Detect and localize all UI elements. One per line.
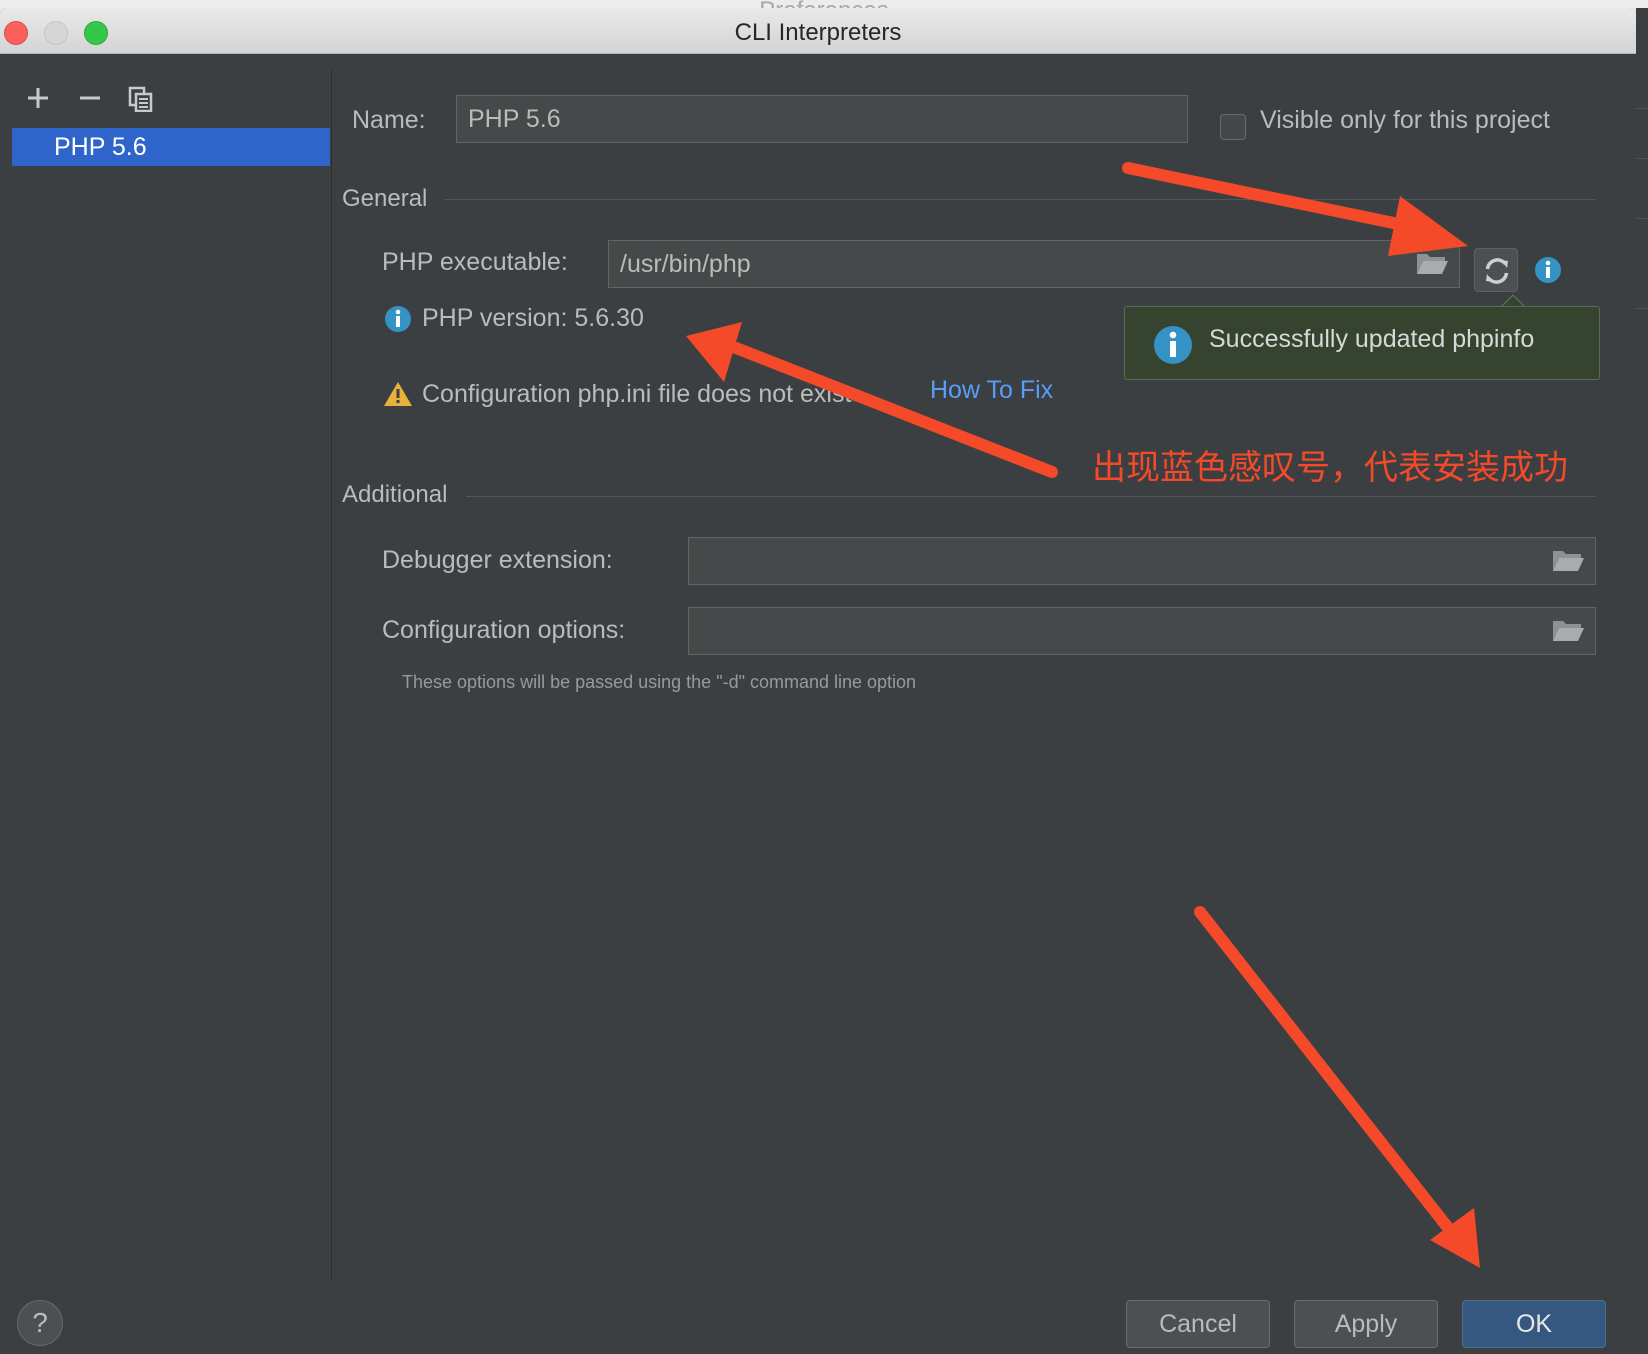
minus-icon[interactable] xyxy=(78,86,102,110)
general-section-title: General xyxy=(342,185,428,212)
configuration-options-label: Configuration options: xyxy=(382,616,626,644)
apply-button[interactable]: Apply xyxy=(1294,1300,1438,1348)
interpreter-list-item[interactable]: PHP 5.6 xyxy=(12,128,330,166)
general-separator xyxy=(444,199,1596,200)
debugger-folder-icon[interactable] xyxy=(1551,547,1585,573)
notification-popup: Successfully updated phpinfo xyxy=(1124,306,1600,380)
plus-icon[interactable] xyxy=(26,86,50,110)
refresh-phpinfo-button[interactable] xyxy=(1474,248,1518,292)
php-executable-input[interactable]: /usr/bin/php xyxy=(608,240,1460,288)
refresh-icon xyxy=(1485,258,1509,284)
config-options-folder-icon[interactable] xyxy=(1551,617,1585,643)
cancel-button[interactable]: Cancel xyxy=(1126,1300,1270,1348)
help-button[interactable]: ? xyxy=(17,1300,63,1346)
php-executable-label: PHP executable: xyxy=(382,248,568,276)
window-title: CLI Interpreters xyxy=(734,19,902,46)
name-input[interactable]: PHP 5.6 xyxy=(456,95,1188,143)
additional-separator xyxy=(466,496,1596,497)
copy-icon[interactable] xyxy=(128,86,154,112)
info-icon xyxy=(1153,325,1193,370)
ok-button[interactable]: OK xyxy=(1462,1300,1606,1348)
debugger-extension-label: Debugger extension: xyxy=(382,546,613,574)
warning-icon xyxy=(383,381,413,412)
additional-section-title: Additional xyxy=(342,481,448,508)
pane-divider xyxy=(331,70,332,1280)
options-hint: These options will be passed using the "… xyxy=(402,672,917,692)
info-icon[interactable] xyxy=(1534,256,1562,289)
interpreter-list-pane xyxy=(0,54,330,1272)
configuration-options-input[interactable] xyxy=(688,607,1596,655)
name-label: Name: xyxy=(352,106,426,134)
annotation-text: 出现蓝色感叹号，代表安装成功 xyxy=(1092,448,1568,488)
how-to-fix-link[interactable]: How To Fix xyxy=(930,376,1053,405)
debugger-extension-input[interactable] xyxy=(688,537,1596,585)
background-window-edge xyxy=(1636,8,1648,1354)
cli-interpreters-dialog: CLI Interpreters PHP 5.6 Name: PHP 5.6 V… xyxy=(0,8,1636,1354)
php-version-info-icon xyxy=(384,305,412,338)
visible-only-checkbox[interactable] xyxy=(1220,114,1246,140)
php-version-text: PHP version: 5.6.30 xyxy=(422,304,644,332)
folder-icon[interactable] xyxy=(1415,250,1449,276)
config-warning-text: Configuration php.ini file does not exis… xyxy=(422,380,852,408)
notification-text: Successfully updated phpinfo xyxy=(1209,325,1535,353)
visible-only-label: Visible only for this project xyxy=(1260,106,1550,134)
title-bar: CLI Interpreters xyxy=(0,8,1636,54)
